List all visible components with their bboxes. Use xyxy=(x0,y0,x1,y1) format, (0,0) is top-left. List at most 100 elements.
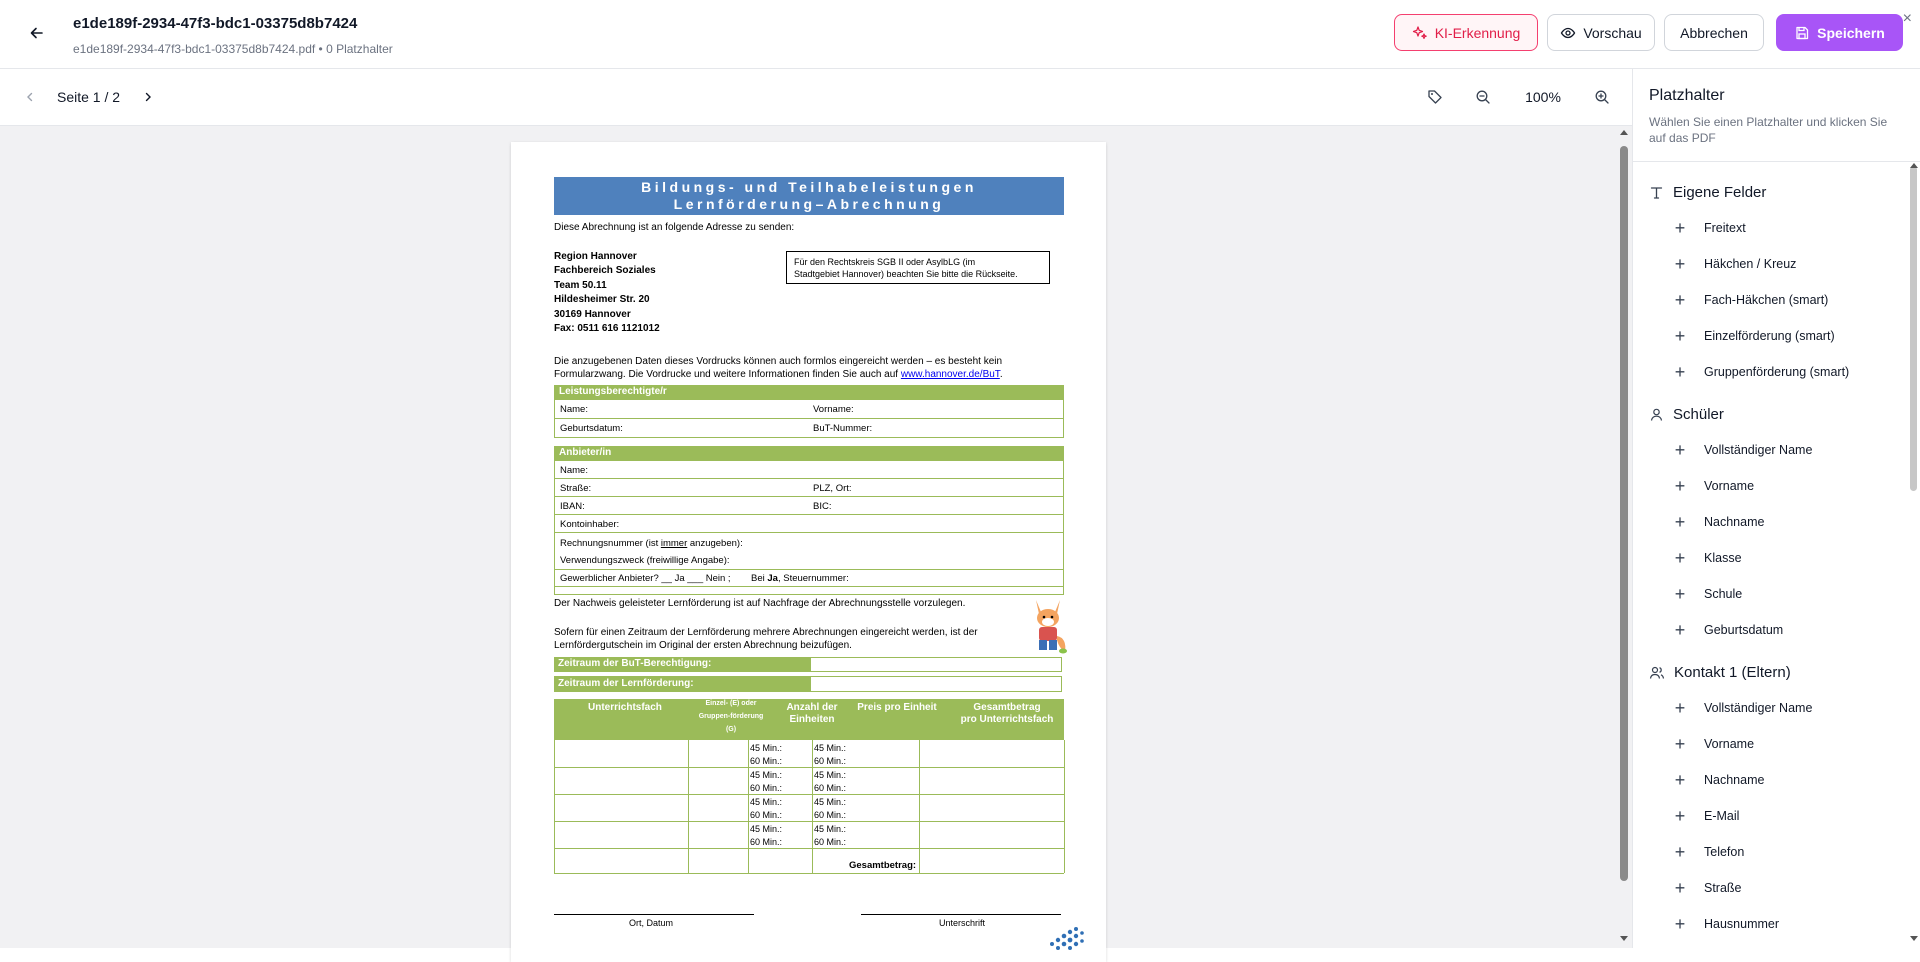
placeholder-item[interactable]: + Hausnummer xyxy=(1633,906,1909,942)
placeholder-section[interactable]: Kontakt 1 (Eltern) xyxy=(1633,654,1909,690)
pdf-address-line: Fachbereich Soziales xyxy=(554,265,656,276)
placeholder-item[interactable]: + Einzelförderung (smart) xyxy=(1633,318,1909,354)
pdf-page[interactable]: Bildungs- und Teilhabeleistungen Lernför… xyxy=(511,142,1106,962)
top-bar: e1de189f-2934-47f3-bdc1-03375d8b7424 e1d… xyxy=(0,0,1920,69)
pdf-field-label: Name: xyxy=(560,465,588,476)
cancel-button[interactable]: Abbrechen xyxy=(1664,14,1764,51)
ki-recognition-button[interactable]: KI-Erkennung xyxy=(1394,14,1538,51)
placeholder-item[interactable]: + Vollständiger Name xyxy=(1633,432,1909,468)
placeholder-sidebar: Platzhalter Wählen Sie einen Platzhalter… xyxy=(1632,69,1920,948)
placeholder-item[interactable]: + Telefon xyxy=(1633,834,1909,870)
placeholder-item[interactable]: + Häkchen / Kreuz xyxy=(1633,246,1909,282)
fox-mascot-icon xyxy=(1036,600,1067,654)
placeholder-item[interactable]: + Straße xyxy=(1633,870,1909,906)
pdf-section-title: Leistungsberechtigte/r xyxy=(559,386,667,397)
pdf-zeitraum-field[interactable] xyxy=(810,657,1062,672)
placeholder-item[interactable]: + Nachname xyxy=(1633,762,1909,798)
pdf-section-title: Anbieter/in xyxy=(559,447,612,458)
placeholder-item[interactable]: + Vorname xyxy=(1633,726,1909,762)
back-button[interactable] xyxy=(22,18,52,48)
placeholder-item[interactable]: + Gruppenförderung (smart) xyxy=(1633,354,1909,390)
placeholder-item-label: Geburtsdatum xyxy=(1704,623,1784,637)
placeholder-item-label: Vorname xyxy=(1704,737,1755,751)
placeholder-section[interactable]: Eigene Felder xyxy=(1633,174,1909,210)
close-icon[interactable]: × xyxy=(1903,10,1912,28)
pdf-field-label: Vorname: xyxy=(813,404,854,415)
scroll-down-icon[interactable] xyxy=(1910,936,1918,941)
placeholder-item[interactable]: + Nachname xyxy=(1633,504,1909,540)
next-page-button[interactable] xyxy=(140,86,156,108)
zoom-out-icon xyxy=(1476,90,1490,104)
pdf-note-line: Stadtgebiet Hannover) beachten Sie bitte… xyxy=(794,269,1018,279)
placeholder-item[interactable]: + E-Mail xyxy=(1633,798,1909,834)
placeholder-section-label: Schüler xyxy=(1673,405,1724,423)
preview-label: Vorschau xyxy=(1583,24,1642,41)
pdf-title-banner: Bildungs- und Teilhabeleistungen Lernför… xyxy=(554,177,1064,215)
pdf-cell: 60 Min.: xyxy=(750,783,783,793)
placeholder-item[interactable]: + Schule xyxy=(1633,576,1909,612)
pdf-cell: 45 Min.: xyxy=(750,797,783,807)
plus-icon: + xyxy=(1674,440,1686,460)
placeholder-item-label: Telefon xyxy=(1704,845,1745,859)
pdf-zeitraum-field[interactable] xyxy=(810,676,1062,692)
zoom-in-button[interactable] xyxy=(1593,86,1611,108)
pdf-info-line: Die anzugebenen Daten dieses Vordrucks k… xyxy=(554,356,1003,367)
tag-icon xyxy=(1428,90,1442,104)
zoom-out-button[interactable] xyxy=(1474,86,1492,108)
placeholder-item-label: Nachname xyxy=(1704,773,1765,787)
pdf-intro: Diese Abrechnung ist an folgende Adresse… xyxy=(554,222,795,233)
pdf-info-line2: Formularzwang. Die Vordrucke und weitere… xyxy=(554,369,1003,381)
pdf-note-line: Für den Rechtskreis SGB II oder AsylbLG … xyxy=(794,257,976,267)
placeholder-item[interactable]: + Klasse xyxy=(1633,540,1909,576)
prev-page-button[interactable] xyxy=(22,86,38,108)
tag-button[interactable] xyxy=(1426,86,1444,108)
pdf-field-label: Kontoinhaber: xyxy=(560,519,620,530)
user-icon xyxy=(1649,407,1664,422)
scroll-down-icon[interactable] xyxy=(1620,936,1628,941)
pdf-col-header: (G) xyxy=(725,726,737,733)
pdf-cell: 45 Min.: xyxy=(750,824,783,834)
pdf-cell: 45 Min.: xyxy=(814,824,847,834)
pdf-col-header: Anzahl der xyxy=(786,702,838,713)
plus-icon: + xyxy=(1674,620,1686,640)
placeholder-item[interactable]: + Freitext xyxy=(1633,210,1909,246)
plus-icon: + xyxy=(1674,842,1686,862)
placeholder-item-label: Vollständiger Name xyxy=(1704,443,1813,457)
pdf-text: Rechnungsnummer (ist xyxy=(560,538,659,549)
preview-button[interactable]: Vorschau xyxy=(1547,14,1655,51)
pdf-field-label: BIC: xyxy=(813,501,832,512)
ki-recognition-label: KI-Erkennung xyxy=(1434,24,1521,41)
sidebar-scrollbar-thumb[interactable] xyxy=(1910,166,1917,491)
chevron-right-icon xyxy=(145,92,151,102)
pdf-col-header: Gesamtbetrag xyxy=(973,702,1041,713)
pdf-zeitraum-label: Zeitraum der BuT-Berechtigung: xyxy=(554,657,810,672)
placeholder-item-label: Hausnummer xyxy=(1704,917,1780,931)
text-icon xyxy=(1649,185,1664,200)
placeholder-item[interactable]: + Vorname xyxy=(1633,468,1909,504)
viewer-scrollbar-thumb[interactable] xyxy=(1620,146,1628,881)
placeholder-section-label: Kontakt 1 (Eltern) xyxy=(1674,663,1791,681)
pdf-text: Zeitraum der BuT-Berechtigung: xyxy=(558,658,712,669)
pdf-zeitraum-text: Sofern für einen Zeitraum der Lernförder… xyxy=(554,627,978,638)
placeholder-item[interactable]: + Vollständiger Name xyxy=(1633,690,1909,726)
pdf-col-header: pro Unterrichtsfach xyxy=(960,714,1054,725)
scroll-up-icon[interactable] xyxy=(1620,130,1628,135)
pdf-field-label: Gewerblicher Anbieter? __ Ja ___ Nein ; xyxy=(560,573,731,584)
placeholder-item-label: Freitext xyxy=(1704,221,1746,235)
pdf-text: , Steuernummer: xyxy=(777,573,849,584)
save-button[interactable]: Speichern xyxy=(1776,14,1903,51)
placeholder-item[interactable]: + Geburtsdatum xyxy=(1633,612,1909,648)
placeholder-item-label: Schule xyxy=(1704,587,1743,601)
scroll-up-icon[interactable] xyxy=(1910,163,1918,168)
pdf-cell: 60 Min.: xyxy=(814,783,847,793)
arrow-left-icon xyxy=(30,27,43,39)
pdf-text: immer xyxy=(660,538,688,549)
pdf-field-label: Straße: xyxy=(560,483,592,494)
pdf-nachweis: Der Nachweis geleisteter Lernförderung i… xyxy=(554,598,966,609)
placeholder-section[interactable]: Schüler xyxy=(1633,396,1909,432)
placeholder-item[interactable]: + Fach-Häkchen (smart) xyxy=(1633,282,1909,318)
plus-icon: + xyxy=(1674,290,1686,310)
pdf-info-link[interactable]: www.hannover.de/BuT xyxy=(901,369,1000,380)
placeholder-section-label: Eigene Felder xyxy=(1673,183,1767,201)
pdf-text: Ja xyxy=(767,573,778,584)
